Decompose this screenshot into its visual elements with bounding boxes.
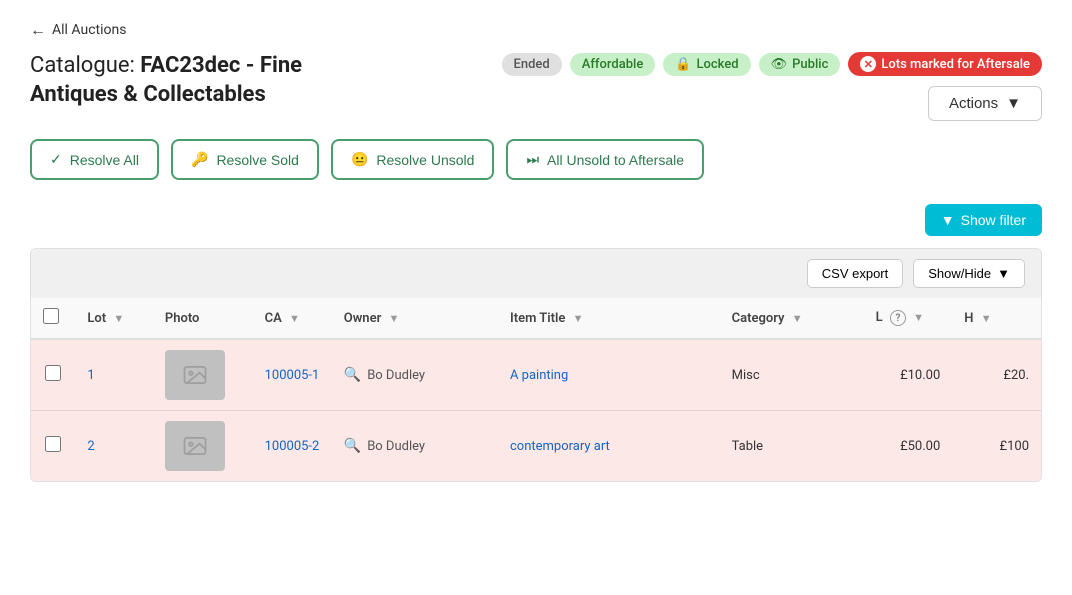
- actions-chevron-icon: ▼: [1006, 95, 1021, 112]
- row1-lot-link[interactable]: 1: [87, 368, 94, 383]
- row2-checkbox[interactable]: [45, 436, 61, 452]
- row2-ca-link[interactable]: 100005-2: [265, 439, 320, 454]
- th-checkbox: [31, 298, 75, 339]
- toolbar-row: ▼ Show filter: [30, 204, 1042, 236]
- row1-item-title: A painting: [498, 339, 720, 411]
- row1-l-price: £10.00: [864, 339, 953, 411]
- action-buttons-row: ✓ Resolve All 🔑 Resolve Sold 😐 Resolve U…: [30, 139, 1042, 180]
- th-l[interactable]: L ? ▼: [864, 298, 953, 339]
- table-wrapper: CSV export Show/Hide ▼ Lot ▼ Photo: [30, 248, 1042, 482]
- row1-checkbox-cell: [31, 339, 75, 411]
- th-photo: Photo: [153, 298, 253, 339]
- aftersale-close-icon[interactable]: ✕: [860, 56, 876, 72]
- th-ca[interactable]: CA ▼: [253, 298, 332, 339]
- aftersale-forward-icon: ⏭: [526, 151, 539, 168]
- actions-button[interactable]: Actions ▼: [928, 86, 1042, 121]
- table-row: 1 100005-1: [31, 339, 1041, 411]
- row1-category: Misc: [720, 339, 864, 411]
- select-all-checkbox[interactable]: [43, 308, 59, 324]
- row2-owner-cell: 🔍 Bo Dudley: [344, 438, 486, 454]
- row2-item-title: contemporary art: [498, 411, 720, 482]
- table-header-row: Lot ▼ Photo CA ▼ Owner ▼ Ite: [31, 298, 1041, 339]
- table-row: 2 100005-2: [31, 411, 1041, 482]
- ca-sort-icon: ▼: [289, 312, 300, 325]
- header-row: Catalogue: FAC23dec - FineAntiques & Col…: [30, 52, 1042, 121]
- row2-item-title-link[interactable]: contemporary art: [510, 439, 610, 454]
- row1-owner-cell: 🔍 Bo Dudley: [344, 367, 486, 383]
- row1-ca-link[interactable]: 100005-1: [265, 368, 320, 383]
- filter-icon: ▼: [941, 212, 955, 228]
- resolve-sold-key-icon: 🔑: [191, 151, 208, 168]
- row2-category: Table: [720, 411, 864, 482]
- row1-lot: 1: [75, 339, 153, 411]
- row2-photo-placeholder: [165, 421, 225, 471]
- th-item-title[interactable]: Item Title ▼: [498, 298, 720, 339]
- badges-row: Ended Affordable 🔒 Locked 👁 Public ✕ Lot…: [502, 52, 1042, 76]
- lock-icon: 🔒: [675, 57, 691, 72]
- eye-icon: 👁: [771, 57, 788, 72]
- th-lot[interactable]: Lot ▼: [75, 298, 153, 339]
- row2-photo: [153, 411, 253, 482]
- row1-owner-search-icon[interactable]: 🔍: [344, 367, 361, 383]
- l-sort-icon: ▼: [913, 311, 924, 324]
- category-sort-icon: ▼: [792, 312, 803, 325]
- show-filter-button[interactable]: ▼ Show filter: [925, 204, 1042, 236]
- show-hide-button[interactable]: Show/Hide ▼: [913, 259, 1025, 288]
- csv-export-button[interactable]: CSV export: [807, 259, 903, 288]
- th-owner[interactable]: Owner ▼: [332, 298, 498, 339]
- header-right: Ended Affordable 🔒 Locked 👁 Public ✕ Lot…: [502, 52, 1042, 121]
- row1-ca: 100005-1: [253, 339, 332, 411]
- row2-owner-search-icon[interactable]: 🔍: [344, 438, 361, 454]
- row2-h-price: £100: [952, 411, 1041, 482]
- th-category[interactable]: Category ▼: [720, 298, 864, 339]
- back-link-label: All Auctions: [52, 22, 126, 38]
- resolve-all-button[interactable]: ✓ Resolve All: [30, 139, 159, 180]
- row1-h-price: £20.: [952, 339, 1041, 411]
- l-help-icon[interactable]: ?: [890, 310, 906, 326]
- row2-ca: 100005-2: [253, 411, 332, 482]
- row2-owner: 🔍 Bo Dudley: [332, 411, 498, 482]
- badge-affordable: Affordable: [570, 53, 656, 76]
- row1-item-title-link[interactable]: A painting: [510, 368, 568, 383]
- resolve-sold-button[interactable]: 🔑 Resolve Sold: [171, 139, 319, 180]
- back-link[interactable]: ← All Auctions: [30, 20, 126, 40]
- show-hide-chevron-icon: ▼: [997, 266, 1010, 281]
- badge-aftersale[interactable]: ✕ Lots marked for Aftersale: [848, 52, 1042, 76]
- row2-checkbox-cell: [31, 411, 75, 482]
- lot-sort-icon: ▼: [113, 312, 124, 325]
- catalogue-title: Catalogue: FAC23dec - FineAntiques & Col…: [30, 52, 302, 109]
- row1-checkbox[interactable]: [45, 365, 61, 381]
- badge-ended: Ended: [502, 53, 562, 76]
- all-unsold-aftersale-button[interactable]: ⏭ All Unsold to Aftersale: [506, 139, 704, 180]
- row2-l-price: £50.00: [864, 411, 953, 482]
- catalogue-label: Catalogue:: [30, 53, 140, 78]
- badge-locked: 🔒 Locked: [663, 53, 750, 76]
- resolve-unsold-face-icon: 😐: [351, 151, 368, 168]
- row2-lot-link[interactable]: 2: [87, 439, 94, 454]
- row1-photo: [153, 339, 253, 411]
- resolve-all-check-icon: ✓: [50, 151, 62, 168]
- table-controls: CSV export Show/Hide ▼: [31, 249, 1041, 298]
- row2-lot: 2: [75, 411, 153, 482]
- back-arrow-icon: ←: [30, 20, 46, 40]
- badge-public: 👁 Public: [759, 53, 841, 76]
- row1-owner: 🔍 Bo Dudley: [332, 339, 498, 411]
- owner-sort-icon: ▼: [388, 312, 399, 325]
- item-title-sort-icon: ▼: [573, 312, 584, 325]
- resolve-unsold-button[interactable]: 😐 Resolve Unsold: [331, 139, 495, 180]
- row1-photo-placeholder: [165, 350, 225, 400]
- th-h[interactable]: H ▼: [952, 298, 1041, 339]
- h-sort-icon: ▼: [981, 312, 992, 325]
- lots-table: Lot ▼ Photo CA ▼ Owner ▼ Ite: [31, 298, 1041, 481]
